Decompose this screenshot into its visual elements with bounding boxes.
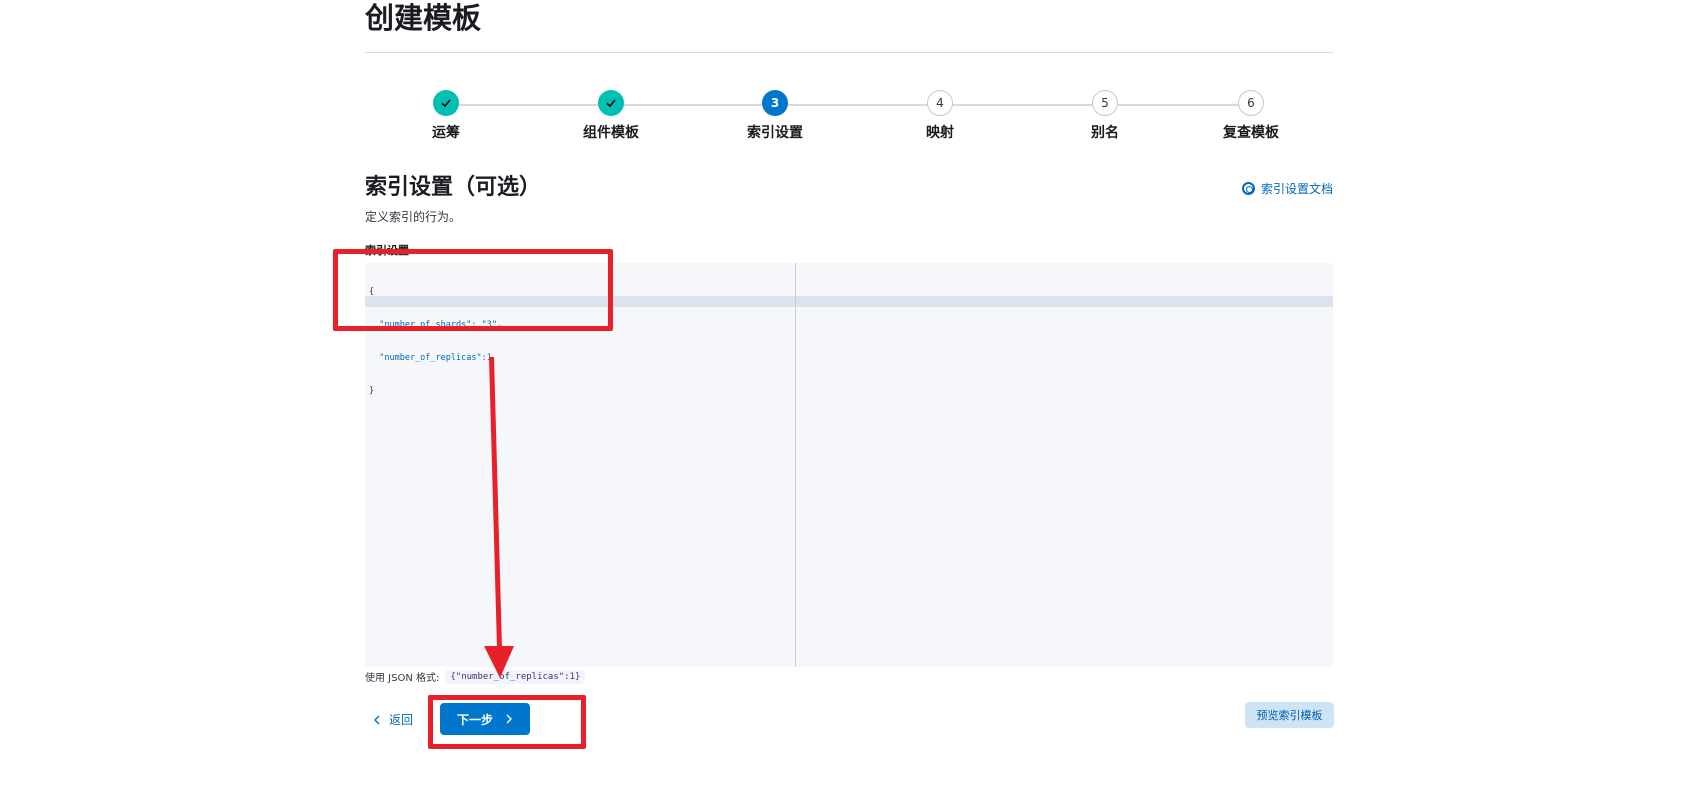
annotation-arrow [484,357,514,678]
step-3-indicator: 3 [762,90,788,116]
annotation-arrow-head [484,646,514,678]
step-1-indicator [433,90,459,116]
step-2-indicator [598,90,624,116]
check-icon [606,99,616,108]
annotation-arrow-shaft [489,357,502,648]
check-icon [441,99,451,108]
step-4-indicator: 4 [927,90,953,116]
step-6-indicator: 6 [1238,90,1264,116]
step-5-indicator: 5 [1092,90,1118,116]
